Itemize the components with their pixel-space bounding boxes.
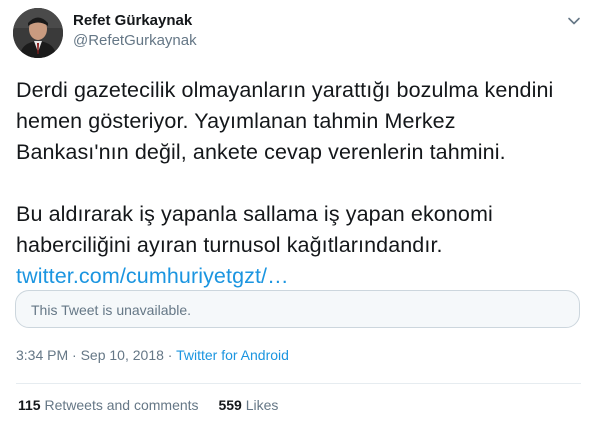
avatar[interactable]	[13, 8, 63, 58]
quoted-tweet-unavailable: This Tweet is unavailable.	[15, 290, 580, 328]
meta-separator: ·	[167, 347, 173, 363]
retweets-stat[interactable]: 115 Retweets and comments	[18, 397, 202, 413]
tweet-text-line: hemen gösteriyor. Yayımlanan tahmin Merk…	[16, 109, 456, 133]
likes-stat[interactable]: 559 Likes	[218, 397, 278, 413]
quoted-tweet-unavailable-text: This Tweet is unavailable.	[31, 302, 192, 318]
tweet-metadata: 3:34 PM · Sep 10, 2018 · Twitter for And…	[16, 347, 289, 363]
divider	[16, 383, 581, 384]
tweet-link[interactable]: twitter.com/cumhuriyetgzt/…	[16, 264, 289, 288]
tweet-date[interactable]: Sep 10, 2018	[81, 347, 164, 363]
retweets-count: 115	[18, 397, 41, 413]
author-handle[interactable]: @RefetGurkaynak	[73, 32, 197, 49]
tweet-card: Refet Gürkaynak @RefetGurkaynak Derdi ga…	[0, 0, 597, 431]
likes-label: Likes	[245, 397, 279, 413]
meta-separator: ·	[72, 347, 77, 363]
tweet-source-link[interactable]: Twitter for Android	[176, 347, 289, 363]
chevron-down-icon[interactable]	[565, 12, 583, 30]
tweet-text-line: Derdi gazetecilik olmayanların yarattığı…	[16, 78, 554, 102]
tweet-text: Derdi gazetecilik olmayanların yarattığı…	[16, 75, 586, 292]
author-name[interactable]: Refet Gürkaynak	[73, 12, 192, 29]
tweet-time[interactable]: 3:34 PM	[16, 347, 68, 363]
likes-count: 559	[218, 397, 242, 413]
tweet-stats: 115 Retweets and comments 559 Likes	[18, 397, 278, 413]
tweet-text-line: Bankası'nın değil, ankete cevap verenler…	[16, 140, 506, 164]
tweet-text-line: Bu aldırarak iş yapanla sallama iş yapan…	[16, 202, 493, 226]
tweet-text-line: haberciliğini ayıran turnusol kağıtların…	[16, 233, 443, 257]
avatar-image	[13, 8, 63, 58]
retweets-label: Retweets and comments	[44, 397, 199, 413]
